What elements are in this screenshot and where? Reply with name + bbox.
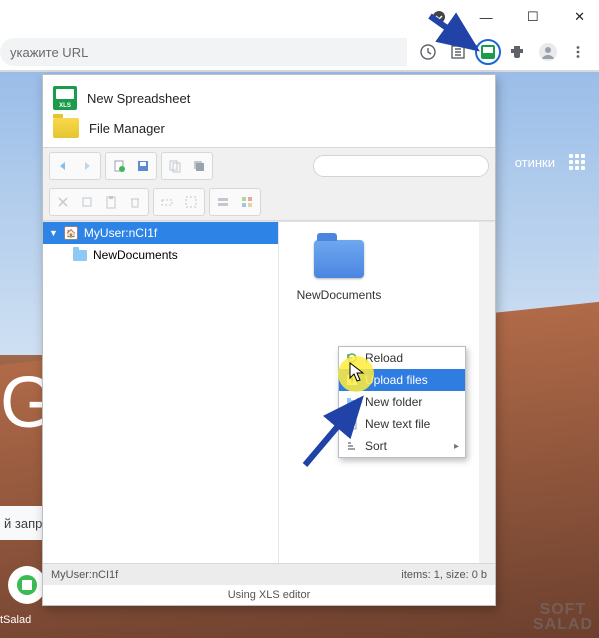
reload-icon bbox=[345, 351, 359, 365]
ctx-new-folder[interactable]: New folder bbox=[339, 391, 465, 413]
ctx-sort-label: Sort bbox=[365, 439, 387, 453]
folder-item[interactable]: NewDocuments bbox=[289, 240, 389, 302]
caret-down-icon: ▼ bbox=[49, 228, 58, 238]
new-spreadsheet-label: New Spreadsheet bbox=[87, 91, 190, 106]
minimize-button[interactable]: — bbox=[475, 3, 498, 31]
upload-icon bbox=[345, 373, 359, 387]
ctx-sort[interactable]: Sort ▸ bbox=[339, 435, 465, 457]
select-button[interactable] bbox=[180, 191, 202, 213]
delete-button[interactable] bbox=[124, 191, 146, 213]
ctx-reload-label: Reload bbox=[365, 351, 403, 365]
back-button[interactable] bbox=[52, 155, 74, 177]
save-button[interactable] bbox=[132, 155, 154, 177]
apps-launcher-icon[interactable] bbox=[569, 154, 585, 170]
tree-child[interactable]: NewDocuments bbox=[43, 244, 278, 266]
new-text-icon bbox=[345, 417, 359, 431]
spreadsheet-icon bbox=[53, 86, 77, 110]
paste-button[interactable] bbox=[100, 191, 122, 213]
address-bar[interactable]: укажите URL bbox=[0, 38, 407, 66]
tree-child-label: NewDocuments bbox=[93, 248, 178, 262]
extension-popup: New Spreadsheet File Manager bbox=[42, 74, 496, 606]
pane-resize-handle[interactable] bbox=[279, 393, 281, 423]
ctx-upload[interactable]: Upload files bbox=[339, 369, 465, 391]
file-manager-label: File Manager bbox=[89, 121, 165, 136]
save-all-button[interactable] bbox=[188, 155, 210, 177]
footer-label: Using XLS editor bbox=[228, 589, 311, 601]
folder-icon bbox=[73, 250, 87, 261]
fm-search-input[interactable] bbox=[313, 155, 489, 177]
watermark: SOFT SALAD bbox=[533, 603, 593, 632]
ctx-reload[interactable]: Reload bbox=[339, 347, 465, 369]
extensions-icon[interactable] bbox=[505, 39, 531, 65]
backdrop-badge[interactable] bbox=[8, 566, 46, 604]
rename-button[interactable] bbox=[156, 191, 178, 213]
fm-pane[interactable]: NewDocuments Reload Upload files New fol… bbox=[279, 222, 495, 563]
tree-root[interactable]: ▼ 🏠 MyUser:nCI1f bbox=[43, 222, 278, 244]
popup-footer: Using XLS editor bbox=[43, 585, 495, 605]
ctx-new-text-label: New text file bbox=[365, 417, 430, 431]
xls-extension-icon[interactable] bbox=[475, 39, 501, 65]
copy-button[interactable] bbox=[164, 155, 186, 177]
new-doc-button[interactable] bbox=[108, 155, 130, 177]
browser-menu-icon[interactable] bbox=[565, 39, 591, 65]
folder-item-label: NewDocuments bbox=[289, 288, 389, 302]
fm-tree[interactable]: ▼ 🏠 MyUser:nCI1f NewDocuments bbox=[43, 222, 279, 563]
ctx-upload-label: Upload files bbox=[365, 373, 428, 387]
close-window-button[interactable]: ✕ bbox=[568, 3, 591, 31]
view2-button[interactable] bbox=[236, 191, 258, 213]
view1-button[interactable] bbox=[212, 191, 234, 213]
backdrop-apps-label: отинки bbox=[515, 155, 555, 170]
folder-icon bbox=[53, 118, 79, 138]
sort-icon bbox=[345, 439, 359, 453]
reader-icon[interactable] bbox=[445, 39, 471, 65]
status-path: MyUser:nCI1f bbox=[51, 569, 118, 581]
chevron-right-icon: ▸ bbox=[454, 441, 459, 452]
forward-button[interactable] bbox=[76, 155, 98, 177]
tree-root-label: MyUser:nCI1f bbox=[84, 226, 157, 240]
status-bar: MyUser:nCI1f items: 1, size: 0 b bbox=[43, 563, 495, 585]
folder-icon bbox=[314, 240, 364, 278]
scrollbar[interactable] bbox=[479, 222, 495, 563]
browser-toolbar: укажите URL bbox=[0, 34, 599, 72]
home-icon: 🏠 bbox=[64, 226, 78, 240]
copy2-button[interactable] bbox=[76, 191, 98, 213]
ctx-new-text[interactable]: New text file bbox=[339, 413, 465, 435]
new-folder-icon bbox=[345, 395, 359, 409]
maximize-button[interactable]: ☐ bbox=[522, 3, 545, 31]
file-manager-button[interactable]: File Manager bbox=[53, 113, 485, 143]
status-info: items: 1, size: 0 b bbox=[401, 569, 487, 581]
cut-button[interactable] bbox=[52, 191, 74, 213]
context-menu: Reload Upload files New folder New text … bbox=[338, 346, 466, 458]
new-spreadsheet-button[interactable]: New Spreadsheet bbox=[53, 83, 485, 113]
fm-toolbar bbox=[43, 147, 495, 221]
dropdown-indicator-icon bbox=[428, 3, 451, 31]
ctx-new-folder-label: New folder bbox=[365, 395, 422, 409]
backdrop-credit: tSalad bbox=[0, 614, 31, 626]
address-placeholder: укажите URL bbox=[10, 45, 88, 60]
share-icon[interactable] bbox=[415, 39, 441, 65]
profile-icon[interactable] bbox=[535, 39, 561, 65]
